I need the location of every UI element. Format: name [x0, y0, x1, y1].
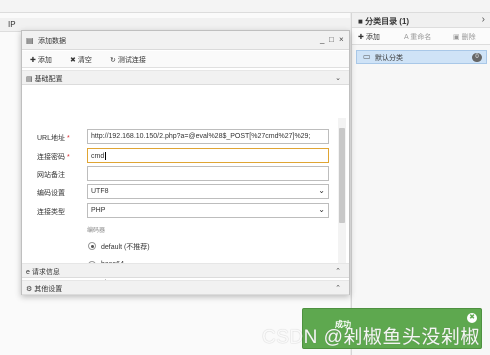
gears-icon: ⚙	[26, 286, 33, 293]
watermark: CSDN @剁椒鱼头没剁椒	[262, 327, 480, 348]
add-category-button[interactable]: ✚ 添加	[358, 32, 380, 42]
refresh-icon: ↻	[110, 57, 116, 64]
chevron-up-icon: ⌃	[335, 268, 341, 275]
dialog-title-bar[interactable]: ▤ 添加数据 _ □ ×	[22, 31, 349, 50]
category-count-badge: 0	[472, 53, 482, 62]
maximize-button[interactable]: □	[329, 35, 334, 44]
chevron-up-icon: ⌃	[335, 285, 341, 292]
dialog-toolbar: ✚ 添加 ✖ 清空 ↻ 测试连接	[22, 51, 349, 68]
password-input[interactable]: cmd	[87, 148, 329, 163]
clear-button[interactable]: ✖ 清空	[70, 55, 92, 65]
folder-open-icon: ▭	[363, 52, 371, 61]
section-basic-config[interactable]: ▤ 基础配置 ⌄	[22, 70, 349, 85]
rename-icon: A	[404, 34, 409, 41]
chevron-down-icon: ⌄	[318, 205, 325, 214]
scrollbar-thumb[interactable]	[339, 128, 345, 223]
collapse-chevron-icon[interactable]: ›	[482, 14, 485, 25]
dialog-title: 添加数据	[38, 38, 66, 45]
window-icon: ▤	[26, 36, 34, 45]
section-other-settings[interactable]: ⚙ 其他设置 ⌃	[22, 280, 349, 295]
password-row: 连接密码 * cmd	[22, 148, 337, 164]
categories-panel: ■ 分类目录 (1) › ✚ 添加 A 重命名 ▣ 删除 ▭ 默认分类 0	[351, 13, 490, 355]
categories-toolbar: ✚ 添加 A 重命名 ▣ 删除	[352, 28, 490, 45]
top-strip	[0, 0, 490, 13]
plus-circle-icon: ✚	[30, 57, 36, 64]
encoder-option-default[interactable]: default (不推荐)	[88, 241, 238, 253]
close-button[interactable]: ×	[339, 35, 344, 44]
chevron-down-icon: ⌄	[335, 75, 341, 82]
note-row: 网站备注	[22, 166, 337, 182]
add-data-button[interactable]: ✚ 添加	[30, 55, 52, 65]
globe-icon: e	[26, 269, 30, 276]
section-request-info[interactable]: e 请求信息 ⌃	[22, 263, 349, 278]
folder-icon: ■	[358, 17, 363, 26]
categories-title-bar: ■ 分类目录 (1) ›	[352, 13, 490, 28]
radio-checked-icon	[88, 242, 96, 250]
url-input[interactable]: http://192.168.10.150/2.php?a=@eval%28$_…	[87, 129, 329, 144]
category-item-default[interactable]: ▭ 默认分类 0	[356, 50, 487, 64]
chevron-down-icon: ⌄	[318, 186, 325, 195]
type-row: 连接类型 PHP ⌄	[22, 203, 337, 219]
clear-x-icon: ✖	[70, 57, 76, 64]
minimize-button[interactable]: _	[320, 35, 324, 44]
encoder-label: 编码器	[87, 228, 106, 234]
data-list-column-ip: IP	[8, 20, 16, 29]
trash-icon: ▣	[453, 34, 460, 41]
url-row: URL地址 * http://192.168.10.150/2.php?a=@ev…	[22, 129, 337, 145]
delete-category-button[interactable]: ▣ 删除	[453, 32, 476, 42]
test-connection-button[interactable]: ↻ 测试连接	[110, 55, 146, 65]
encoding-row: 编码设置 UTF8 ⌄	[22, 184, 337, 200]
rename-category-button[interactable]: A 重命名	[404, 32, 431, 42]
encoding-select[interactable]: UTF8 ⌄	[87, 184, 329, 199]
categories-title: ■ 分类目录 (1)	[358, 17, 410, 26]
connection-type-select[interactable]: PHP ⌄	[87, 203, 329, 218]
note-input[interactable]	[87, 166, 329, 181]
file-icon: ▤	[26, 76, 33, 83]
form-scrollbar[interactable]	[338, 118, 346, 263]
plus-icon: ✚	[358, 34, 364, 41]
add-data-dialog: ▤ 添加数据 _ □ × ✚ 添加 ✖ 清空 ↻ 测试连接 ▤ 基础配置 ⌄ U…	[21, 30, 350, 295]
